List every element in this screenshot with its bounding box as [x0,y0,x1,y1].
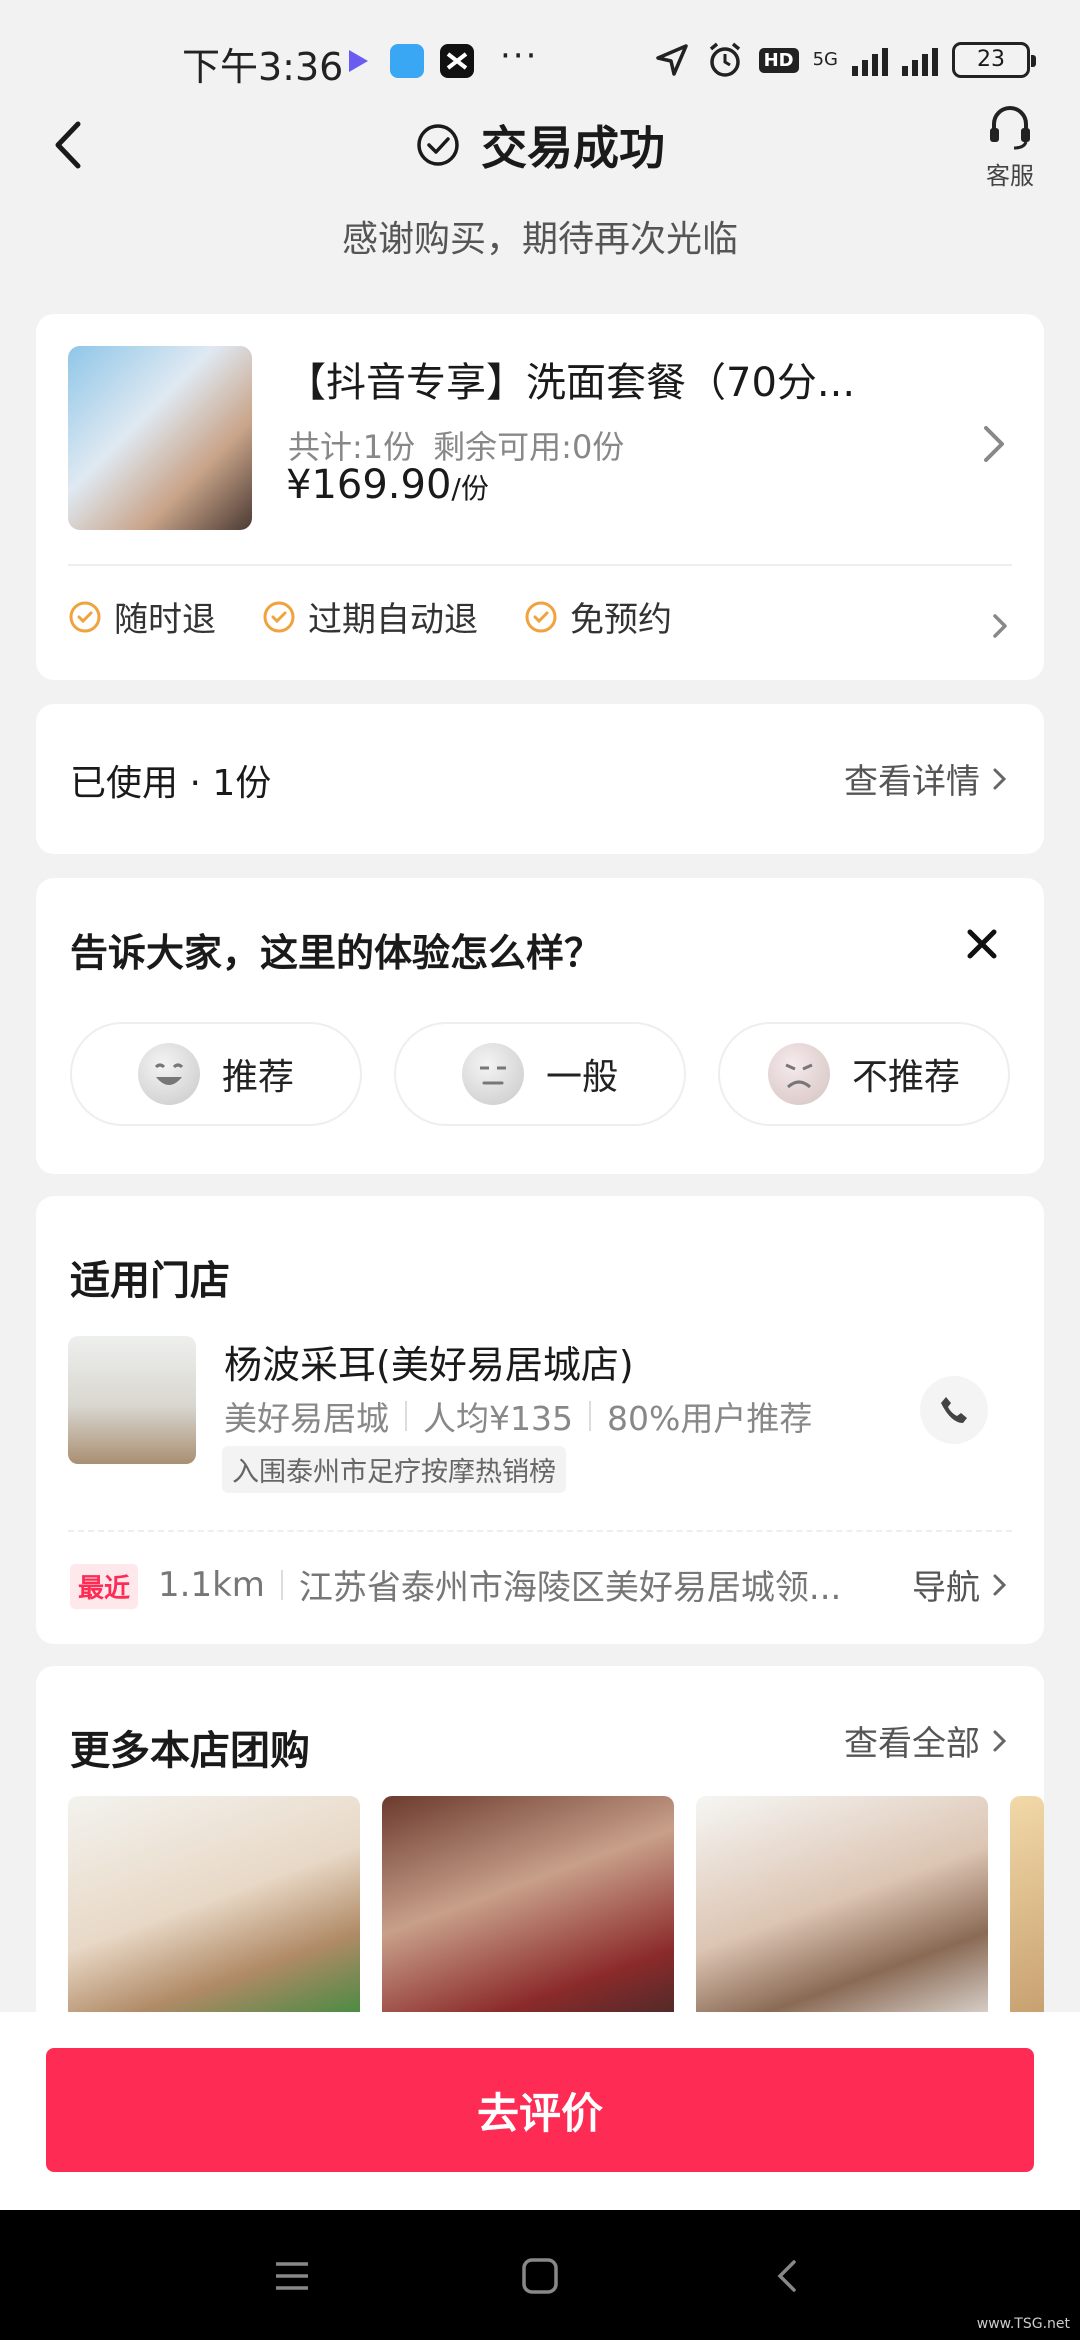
view-details-link[interactable]: 查看详情 [844,754,1010,803]
system-navigation-bar: www.TSG.net [0,2210,1080,2340]
product-card[interactable]: 【抖音专享】洗面套餐（70分... 共计:1份 剩余可用:0份 ¥169.90/份… [36,314,1044,680]
happy-face-icon [137,1043,200,1105]
tag-refund-anytime: 随时退 [68,592,216,641]
product-price: ¥169.90/份 [286,462,489,508]
rate-label: 一般 [545,1057,618,1098]
battery-icon: 23 [952,42,1036,78]
signal-icon-2 [902,44,938,76]
tag-auto-refund: 过期自动退 [262,592,478,641]
call-button[interactable] [920,1376,988,1444]
store-rank-badge[interactable]: 入围泰州市足疗按摩热销榜 [222,1446,566,1493]
tag-label: 过期自动退 [308,600,478,640]
store-section-title: 适用门店 [70,1258,230,1304]
page-subtitle: 感谢购买，期待再次光临 [341,219,738,260]
nearest-badge: 最近 [70,1564,139,1609]
signal-icon [852,44,888,76]
alarm-icon [709,42,740,77]
store-address: 江苏省泰州市海陵区美好易居城领... [298,1568,842,1608]
headset-icon [990,106,1030,150]
product-remaining: 剩余可用:0份 [433,428,625,466]
status-time: 下午3:36 [182,45,344,89]
phone-icon [941,1397,967,1423]
header: 交易成功 [0,110,1080,180]
rate-not-recommend-button[interactable]: 不推荐 [718,1022,1010,1126]
rate-label: 不推荐 [851,1057,960,1098]
chevron-right-icon[interactable] [974,414,1014,474]
service-tags: 随时退 过期自动退 免预约 [68,592,718,641]
success-check-icon [417,124,459,166]
product-image [68,346,252,530]
review-question: 告诉大家，这里的体验怎么样？ [70,931,603,975]
more-notifications-icon: ··· [500,36,539,76]
navigate-button[interactable]: 导航 [912,1560,1010,1609]
bottom-action-bar: 去评价 [0,2012,1080,2210]
page-title: 交易成功 [481,121,665,175]
hd-badge: HD [758,47,799,73]
more-deals-title: 更多本店团购 [70,1728,310,1774]
store-recommend-rate: 80%用户推荐 [606,1399,813,1438]
view-details-label: 查看详情 [844,762,980,802]
customer-service-button[interactable]: 客服 [970,100,1050,191]
price-value: ¥169.90 [286,462,452,508]
review-prompt-card: 告诉大家，这里的体验怎么样？ 推荐 一般 不推荐 [36,878,1044,1174]
chevron-right-icon [993,1730,1007,1751]
check-circle-icon [525,601,557,632]
store-location: 1.1km 江苏省泰州市海陵区美好易居城领... [158,1560,859,1609]
status-bar: 下午3:36 ··· HD 5G 23 [0,0,1080,120]
store-info: 美好易居城 人均¥135 80%用户推荐 [224,1392,812,1440]
app-notification-icon [390,44,424,78]
write-review-button[interactable]: 去评价 [46,2048,1034,2172]
deal-thumbnail[interactable] [1010,1796,1044,2036]
deal-thumbnail[interactable] [68,1796,360,2036]
video-app-icon [349,50,368,72]
divider [68,564,1012,566]
watermark: www.TSG.net [976,2316,1070,2332]
tag-label: 随时退 [114,600,216,640]
close-icon[interactable] [960,922,1004,966]
chevron-right-icon[interactable] [986,604,1014,648]
chevron-right-icon [993,1574,1007,1595]
check-circle-icon [263,601,295,632]
home-icon[interactable] [518,2254,562,2298]
store-card: 适用门店 杨波采耳(美好易居城店) 美好易居城 人均¥135 80%用户推荐 入… [36,1196,1044,1644]
divider [68,1530,1012,1532]
deal-thumbnail[interactable] [696,1796,988,2036]
neutral-face-icon [461,1043,524,1105]
navigate-label: 导航 [912,1568,980,1608]
rate-neutral-button[interactable]: 一般 [394,1022,686,1126]
capcut-icon [440,44,474,78]
rate-recommend-button[interactable]: 推荐 [70,1022,362,1126]
product-title: 【抖音专享】洗面套餐（70分... [286,360,856,406]
check-circle-icon [69,601,101,632]
deal-thumbnail[interactable] [382,1796,674,2036]
rate-label: 推荐 [221,1057,294,1098]
tag-label: 免预约 [570,600,672,640]
view-all-link[interactable]: 查看全部 [844,1716,1010,1765]
location-icon [655,44,688,76]
sad-face-icon [767,1043,830,1105]
store-avg-price: 人均¥135 [423,1399,573,1438]
chevron-right-icon [993,768,1007,789]
tag-no-reservation: 免预约 [524,592,672,641]
product-total: 共计:1份 [288,428,416,466]
network-type: 5G [812,49,838,70]
back-nav-icon[interactable] [766,2254,810,2298]
store-name[interactable]: 杨波采耳(美好易居城店) [224,1334,634,1389]
view-all-label: 查看全部 [844,1724,980,1764]
more-deals-card: 更多本店团购 查看全部 [36,1666,1044,2066]
store-image[interactable] [68,1336,196,1464]
usage-status: 已使用 · 1份 [70,763,272,804]
menu-icon[interactable] [270,2254,314,2298]
price-unit: /份 [451,472,489,505]
store-distance: 1.1km [158,1564,265,1605]
store-area: 美好易居城 [224,1399,389,1438]
usage-card: 已使用 · 1份 查看详情 [36,704,1044,854]
customer-service-label: 客服 [986,162,1034,190]
